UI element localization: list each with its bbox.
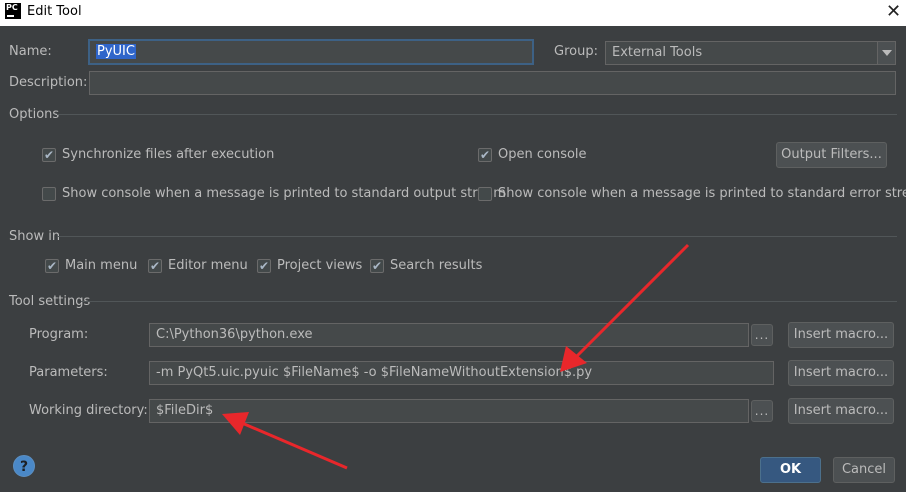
arrow-to-parameters: [560, 243, 690, 372]
working-directory-label: Working directory:: [29, 403, 148, 418]
name-field[interactable]: PyUIC: [89, 40, 533, 64]
help-icon[interactable]: ?: [13, 455, 35, 477]
program-field[interactable]: C:\Python36\python.exe: [149, 323, 749, 347]
group-label: Group:: [554, 44, 598, 59]
open-console-label: Open console: [498, 147, 587, 162]
options-divider: [57, 114, 897, 115]
show-in-heading: Show in: [9, 229, 61, 244]
parameters-insert-macro-button[interactable]: Insert macro...: [788, 360, 894, 386]
sync-files-checkbox[interactable]: ✔: [42, 148, 56, 162]
tool-settings-heading: Tool settings: [9, 294, 91, 309]
project-views-label: Project views: [277, 258, 363, 273]
parameters-field[interactable]: -m PyQt5.uic.pyuic $FileName$ -o $FileNa…: [149, 361, 774, 385]
options-heading: Options: [9, 107, 60, 122]
output-filters-button[interactable]: Output Filters...: [776, 142, 887, 168]
program-insert-macro-button[interactable]: Insert macro...: [788, 322, 894, 348]
window-title: Edit Tool: [27, 4, 82, 19]
search-results-label: Search results: [390, 258, 483, 273]
editor-menu-label: Editor menu: [168, 258, 248, 273]
show-console-stdout-checkbox[interactable]: [42, 187, 56, 201]
name-value: PyUIC: [96, 44, 136, 59]
search-results-checkbox[interactable]: ✔: [370, 259, 384, 273]
show-console-stdout-label: Show console when a message is printed t…: [62, 186, 506, 201]
ok-button[interactable]: OK: [760, 457, 821, 483]
program-browse-button[interactable]: ...: [751, 324, 773, 346]
show-in-divider: [57, 236, 897, 237]
open-console-checkbox[interactable]: ✔: [478, 148, 492, 162]
main-menu-checkbox[interactable]: ✔: [45, 259, 59, 273]
main-menu-label: Main menu: [65, 258, 138, 273]
description-label: Description:: [9, 75, 88, 90]
pycharm-icon: PC: [5, 3, 21, 19]
working-directory-insert-macro-button[interactable]: Insert macro...: [788, 398, 894, 424]
working-directory-browse-button[interactable]: ...: [751, 400, 773, 422]
description-field[interactable]: [89, 71, 896, 95]
title-bar: PC Edit Tool ✕: [0, 0, 906, 26]
program-label: Program:: [29, 327, 89, 342]
group-value: External Tools: [612, 45, 703, 60]
working-directory-field[interactable]: $FileDir$: [149, 399, 749, 423]
chevron-down-icon[interactable]: [877, 42, 895, 64]
close-icon[interactable]: ✕: [886, 2, 901, 22]
tool-settings-divider: [81, 301, 897, 302]
group-combo[interactable]: External Tools: [605, 41, 896, 65]
show-console-stderr-checkbox[interactable]: [478, 187, 492, 201]
show-console-stderr-label: Show console when a message is printed t…: [498, 186, 906, 201]
name-label: Name:: [9, 44, 52, 59]
sync-files-label: Synchronize files after execution: [62, 147, 275, 162]
parameters-label: Parameters:: [29, 365, 108, 380]
project-views-checkbox[interactable]: ✔: [257, 259, 271, 273]
editor-menu-checkbox[interactable]: ✔: [148, 259, 162, 273]
cancel-button[interactable]: Cancel: [833, 457, 895, 483]
